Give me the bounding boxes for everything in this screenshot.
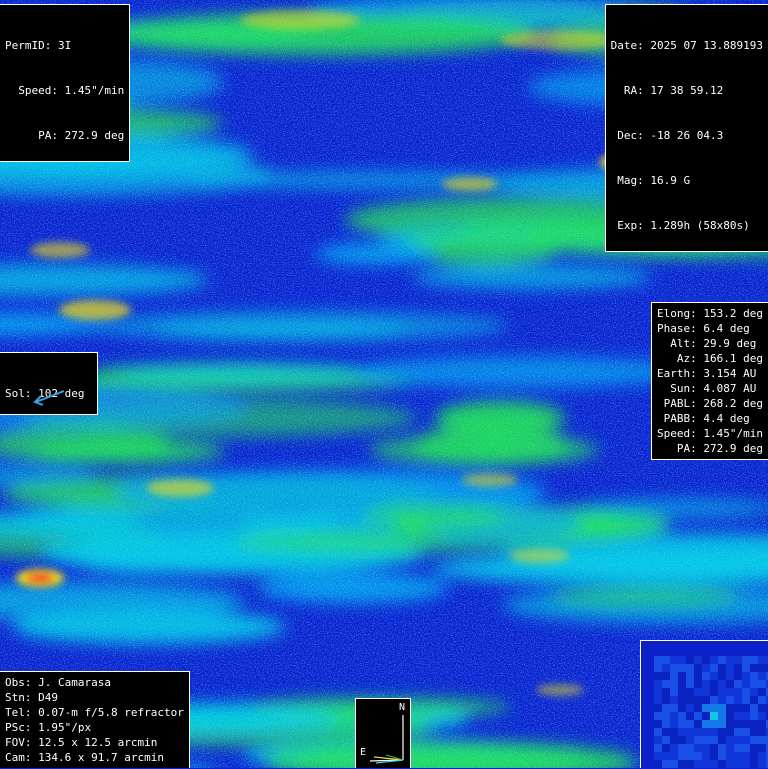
- observer-row: Obs: J. Camarasa: [5, 675, 184, 690]
- observer-row: FOV: 12.5 x 12.5 arcmin: [5, 735, 184, 750]
- observer-label: Cam:: [5, 751, 32, 764]
- pa-value: 272.9 deg: [64, 129, 125, 142]
- exp-label: Exp:: [617, 219, 644, 232]
- observer-label: PSc:: [5, 721, 32, 734]
- exp-value: 1.289h (58x80s): [650, 219, 750, 232]
- speed-label: Speed:: [18, 84, 58, 97]
- geometry-info-panel: Elong: 153.2 deg Phase: 6.4 deg Alt: 29.9…: [651, 302, 768, 460]
- ra-label: RA:: [623, 84, 644, 97]
- target-info-panel: PermID: 3I Speed: 1.45"/min PA: 272.9 de…: [0, 4, 131, 162]
- mag-value: 16.9 G: [650, 174, 691, 187]
- observer-label: FOV:: [5, 736, 32, 749]
- geometry-value: 153.2 deg: [703, 307, 763, 320]
- permid-label: PermID:: [5, 39, 52, 52]
- compass-east-label: E: [360, 747, 367, 758]
- target-thumbnail-pixels: [654, 656, 768, 768]
- geometry-row: Phase: 6.4 deg: [657, 321, 763, 336]
- geometry-label: Earth:: [657, 367, 697, 380]
- geometry-row: Az: 166.1 deg: [657, 351, 763, 366]
- observer-row: Stn: D49: [5, 690, 184, 705]
- observer-row: Cam: 134.6 x 91.7 arcmin: [5, 750, 184, 765]
- geometry-label: PABB:: [663, 412, 697, 425]
- geometry-row: Speed: 1.45"/min: [657, 426, 763, 441]
- geometry-value: 1.45"/min: [703, 427, 763, 440]
- geometry-row: Elong: 153.2 deg: [657, 306, 763, 321]
- dec-label: Dec:: [617, 129, 644, 142]
- geometry-value: 268.2 deg: [703, 397, 763, 410]
- compass-panel: N E: [355, 698, 411, 768]
- observer-row: Tel: 0.07-m f/5.8 refractor: [5, 705, 184, 720]
- geometry-label: Phase:: [657, 322, 697, 335]
- geometry-label: Az:: [676, 352, 697, 365]
- sun-direction-arrow-icon: [33, 390, 65, 406]
- ra-value: 17 38 59.12: [650, 84, 724, 97]
- geometry-label: Speed:: [657, 427, 697, 440]
- geometry-row: PABB: 4.4 deg: [657, 411, 763, 426]
- sol-label: Sol:: [5, 387, 32, 400]
- observer-value: D49: [38, 691, 58, 704]
- observer-label: Tel:: [5, 706, 32, 719]
- observer-value: 0.07-m f/5.8 refractor: [38, 706, 184, 719]
- observer-label: Obs:: [5, 676, 32, 689]
- observation-info-panel: Date: 2025 07 13.889193 RA: 17 38 59.12 …: [604, 4, 768, 252]
- observer-value: J. Camarasa: [38, 676, 111, 689]
- dec-value: -18 26 04.3: [650, 129, 724, 142]
- sol-panel: Sol: 102 deg: [0, 352, 98, 415]
- geometry-value: 272.9 deg: [703, 442, 763, 455]
- geometry-label: Sun:: [670, 382, 697, 395]
- geometry-label: Alt:: [670, 337, 697, 350]
- observer-value: 134.6 x 91.7 arcmin: [38, 751, 164, 764]
- observer-info-panel: Obs: J. Camarasa Stn: D49 Tel: 0.07-m f/5.…: [0, 671, 190, 768]
- date-label: Date:: [610, 39, 644, 52]
- geometry-label: Elong:: [657, 307, 697, 320]
- geometry-value: 4.087 AU: [703, 382, 757, 395]
- observer-row: PSc: 1.95"/px: [5, 720, 184, 735]
- geometry-row: Earth: 3.154 AU: [657, 366, 763, 381]
- geometry-row: Alt: 29.9 deg: [657, 336, 763, 351]
- geometry-value: 29.9 deg: [703, 337, 757, 350]
- mag-label: Mag:: [617, 174, 644, 187]
- geometry-row: Sun: 4.087 AU: [657, 381, 763, 396]
- geometry-label: PABL:: [663, 397, 697, 410]
- geometry-value: 3.154 AU: [703, 367, 757, 380]
- permid-value: 3I: [57, 39, 72, 52]
- observer-value: 12.5 x 12.5 arcmin: [38, 736, 158, 749]
- date-value: 2025 07 13.889193: [650, 39, 763, 52]
- observer-value: 1.95"/px: [38, 721, 92, 734]
- pa-label: PA:: [38, 129, 58, 142]
- compass-north-label: N: [399, 702, 406, 713]
- observer-label: Stn:: [5, 691, 32, 704]
- target-thumbnail: [640, 640, 768, 768]
- geometry-value: 6.4 deg: [703, 322, 750, 335]
- geometry-row: PA: 272.9 deg: [657, 441, 763, 456]
- geometry-label: PA:: [676, 442, 697, 455]
- geometry-value: 4.4 deg: [703, 412, 750, 425]
- speed-value: 1.45"/min: [64, 84, 125, 97]
- geometry-row: PABL: 268.2 deg: [657, 396, 763, 411]
- geometry-value: 166.1 deg: [703, 352, 763, 365]
